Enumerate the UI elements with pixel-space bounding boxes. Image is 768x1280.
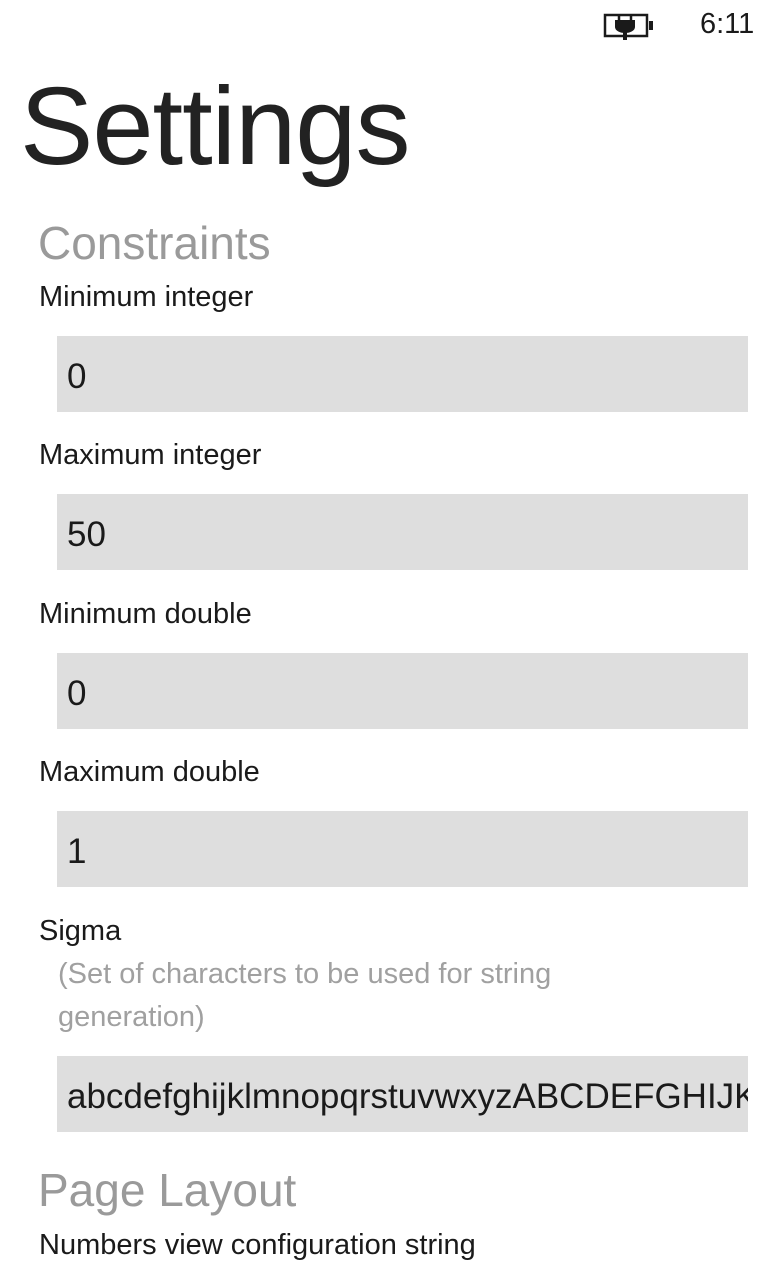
page-title: Settings [20, 65, 410, 188]
status-time: 6:11 [700, 8, 755, 40]
minimum-integer-input[interactable]: 0 [57, 336, 748, 412]
status-bar: 6:11 [0, 0, 768, 52]
minimum-double-input[interactable]: 0 [57, 653, 748, 729]
minimum-integer-label: Minimum integer [39, 281, 254, 313]
maximum-double-input[interactable]: 1 [57, 811, 748, 887]
sigma-label: Sigma [39, 915, 122, 947]
maximum-integer-input[interactable]: 50 [57, 494, 748, 570]
section-header-page-layout: Page Layout [38, 1164, 297, 1216]
sigma-hint: (Set of characters to be used for string… [58, 958, 552, 1033]
numbers-view-config-label: Numbers view configuration string [39, 1229, 476, 1261]
sigma-input[interactable]: abcdefghijklmnopqrstuvwxyzABCDEFGHIJKLMN… [57, 1056, 748, 1132]
maximum-double-label: Maximum double [39, 756, 260, 788]
minimum-double-label: Minimum double [39, 598, 252, 630]
battery-charging-icon [602, 10, 658, 40]
maximum-integer-label: Maximum integer [39, 439, 262, 471]
section-header-constraints: Constraints [38, 217, 271, 269]
settings-screen: 6:11 Settings Constraints Minimum intege… [0, 0, 768, 1280]
